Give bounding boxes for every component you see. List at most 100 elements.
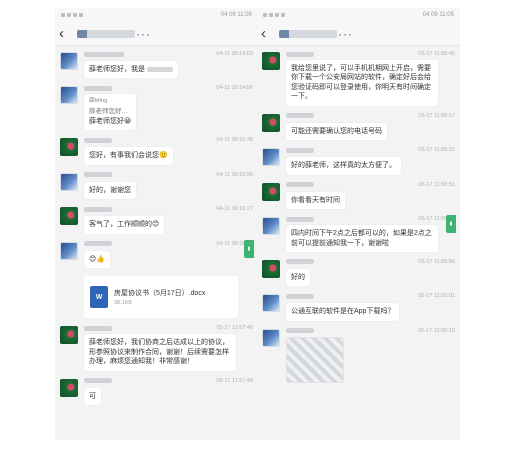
- file-card[interactable]: W 房屋协议书（5月17日）.docx 38.1KB: [84, 276, 238, 319]
- message-bubble[interactable]: 您好，有事我们会说您🙂: [84, 147, 173, 165]
- avatar[interactable]: [262, 217, 280, 236]
- message-time: 04-11 09:14:56: [216, 85, 253, 92]
- message-item: 05-17 11:59:56 好的: [262, 258, 455, 287]
- avatar[interactable]: [60, 138, 78, 157]
- message-item: 05-17 12:00:10: [262, 327, 455, 383]
- avatar[interactable]: [60, 378, 78, 397]
- message-item: 04-11 09:14:03 薛老师您好，我是: [60, 50, 253, 79]
- sender-name: [84, 85, 112, 91]
- message-text: 好的薛老师，这样真的太方便了。: [291, 162, 396, 170]
- message-bubble[interactable]: 薛老师您好，我们协商之后达成以上的协议，形参照协议来制作合同，谢谢！后续需要怎样…: [84, 334, 236, 371]
- sender-name: [84, 378, 112, 384]
- chat-header: ‹ ···: [55, 22, 258, 46]
- message-time: 04-11 09:15:38: [216, 137, 253, 144]
- message-text: 四内时间下午2点之后都可以的，如果是2点之前可以提前通知我一下，谢谢啦: [291, 230, 432, 247]
- avatar[interactable]: [60, 172, 78, 191]
- back-arrow-icon[interactable]: ‹: [261, 26, 275, 41]
- message-item: 04-11 09:15:56 好的，谢谢您: [60, 171, 253, 200]
- message-bubble[interactable]: 好的薛老师，这样真的太方便了。: [286, 157, 401, 175]
- message-text: 好的: [291, 273, 305, 281]
- status-icons-left: [263, 13, 285, 17]
- more-options-icon[interactable]: ···: [337, 27, 353, 41]
- file-name: 房屋协议书（5月17日）.docx: [114, 290, 206, 298]
- message-text: 可能还需要确认您的电话号码: [291, 127, 382, 135]
- left-chat-screen: 04 09 11:05 ‹ ··· 04-11 09:14:03 薛老师您好，我…: [55, 8, 258, 440]
- message-time: 05-17 11:58:45: [418, 51, 455, 57]
- attachment-icon[interactable]: ▮: [446, 215, 456, 234]
- avatar[interactable]: [262, 148, 280, 167]
- status-icons-left: [61, 13, 83, 17]
- message-item: 05-17 11:57:49 可: [60, 377, 253, 405]
- image-message[interactable]: [286, 336, 344, 383]
- screenshot-stage: 04 09 11:05 ‹ ··· 04-11 09:14:03 薛老师您好，我…: [0, 0, 515, 450]
- sender-name: [84, 51, 124, 57]
- message-text: 薛老师您好，我们协商之后达成以上的协议，形参照协议来制作合同，谢谢！后续需要怎样…: [89, 339, 229, 366]
- attachment-icon[interactable]: ▮: [244, 239, 254, 258]
- message-text: 薛老师您好，我是: [89, 66, 145, 73]
- more-options-icon[interactable]: ···: [135, 27, 151, 41]
- message-time: 05-17 11:59:17: [418, 112, 455, 119]
- message-bubble[interactable]: 你看看天有时间: [286, 191, 345, 210]
- status-time: 04 09 11:05: [220, 12, 252, 18]
- avatar[interactable]: [60, 207, 78, 226]
- avatar[interactable]: [262, 182, 280, 201]
- avatar[interactable]: [262, 328, 280, 347]
- sender-name: [84, 325, 112, 331]
- message-item: 04-11 09:15:38 您好，有事我们会说您🙂: [60, 136, 253, 165]
- avatar[interactable]: [262, 52, 280, 70]
- message-bubble[interactable]: 我给您里说了，可以手机机期网上开启，需要你下载一个公安局网站的软件，确定好后会给…: [286, 60, 438, 106]
- message-time: 05-17 11:59:51: [418, 181, 455, 188]
- chat-title: [77, 29, 135, 38]
- message-time: 05-17 12:00:01: [417, 293, 455, 300]
- message-time: 05-17 11:59:31: [418, 147, 455, 154]
- back-arrow-icon[interactable]: ‹: [59, 26, 73, 41]
- avatar[interactable]: [60, 86, 78, 105]
- message-item: 05-17 11:59:17 可能还需要确认您的电话号码: [262, 112, 455, 141]
- message-bubble[interactable]: 可能还需要确认您的电话号码: [286, 122, 387, 141]
- message-bubble[interactable]: 公通互联的软件是在App下载吗？: [286, 303, 400, 321]
- message-bubble[interactable]: 薛Ming 薛老师您好… 薛老师您好😀: [84, 94, 137, 131]
- message-time: 05-17 11:57:49: [216, 377, 253, 384]
- message-time: 05-17 11:57:49: [216, 325, 253, 332]
- avatar[interactable]: [262, 113, 280, 132]
- message-item: 05-17 11:59:56 四内时间下午2点之后都可以的，如果是2点之前可以提…: [262, 215, 456, 252]
- file-size: 38.1KB: [114, 300, 133, 307]
- message-bubble[interactable]: 好的: [286, 268, 310, 287]
- message-bubble[interactable]: 好的，谢谢您: [84, 181, 136, 200]
- right-chat-screen: 04 09 11:05 ‹ ··· 05-17 11:58:45 我给您里说了，…: [257, 8, 460, 440]
- sender-name: [286, 328, 314, 334]
- message-text: 可: [89, 392, 96, 400]
- message-item: 05-17 11:59:31 好的薛老师，这样真的太方便了。: [262, 146, 455, 175]
- status-time: 04 09 11:05: [422, 12, 454, 18]
- quote-text: 薛老师您好…: [89, 108, 128, 116]
- chat-header: ‹ ···: [257, 22, 460, 46]
- avatar[interactable]: [60, 241, 78, 260]
- avatar[interactable]: [262, 294, 280, 313]
- status-bar: 04 09 11:05: [55, 8, 258, 22]
- message-text: 😊👍: [89, 255, 106, 263]
- sender-name: [286, 259, 314, 265]
- message-bubble[interactable]: 可: [84, 387, 101, 405]
- avatar[interactable]: [60, 326, 78, 345]
- message-bubble[interactable]: 😊👍: [84, 250, 111, 269]
- message-item: 04-11 09:16:45 😊👍 ▮: [60, 239, 254, 269]
- chat-title: [279, 29, 337, 38]
- message-text: 客气了，工作顺顺的😊: [89, 221, 160, 229]
- message-time: 05-17 12:00:10: [417, 327, 455, 334]
- message-bubble[interactable]: 薛老师您好，我是: [84, 61, 178, 79]
- message-bubble[interactable]: 客气了，工作顺顺的😊: [84, 216, 165, 234]
- message-list: 05-17 11:58:45 我给您里说了，可以手机机期网上开启，需要你下载一个…: [257, 46, 460, 383]
- message-item: 04-11 09:14:56 薛Ming 薛老师您好… 薛老师您好😀: [60, 84, 253, 131]
- message-time: 04-11 09:14:03: [216, 51, 253, 57]
- sender-name: [84, 241, 112, 247]
- message-text: 您好，有事我们会说您🙂: [89, 152, 168, 160]
- message-text: 好的，谢谢您: [89, 186, 131, 194]
- quote-sender: 薛Ming: [89, 98, 108, 105]
- avatar[interactable]: [262, 259, 280, 278]
- sender-name: [84, 206, 112, 212]
- sender-name: [84, 172, 112, 178]
- file-message: W 房屋协议书（5月17日）.docx 38.1KB: [60, 274, 253, 319]
- message-bubble[interactable]: 四内时间下午2点之后都可以的，如果是2点之前可以提前通知我一下，谢谢啦: [286, 225, 438, 252]
- message-text: 你看看天有时间: [291, 196, 340, 204]
- avatar[interactable]: [60, 52, 78, 70]
